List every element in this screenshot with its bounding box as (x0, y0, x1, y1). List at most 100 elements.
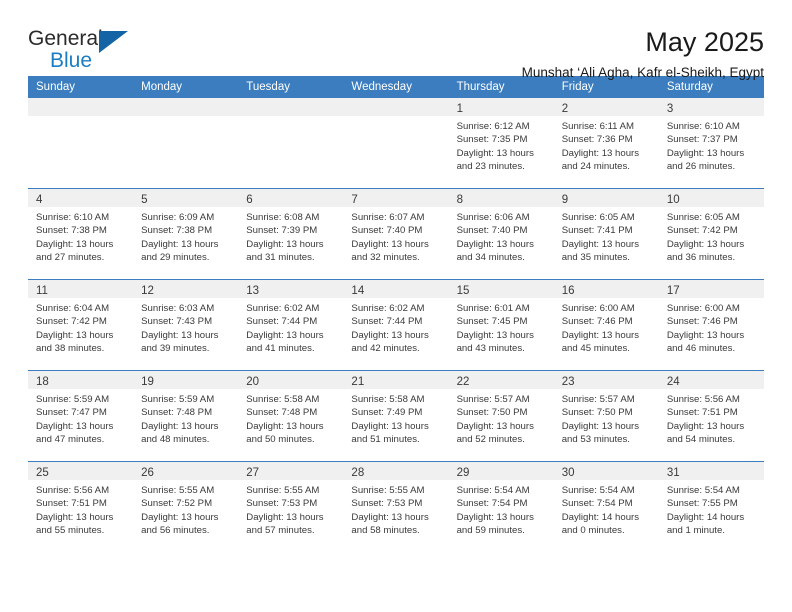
day-number: 26 (141, 467, 154, 479)
sunrise-text: Sunrise: 6:12 AM (456, 121, 530, 132)
calendar-day-cell[interactable]: 12 Sunrise: 6:03 AM Sunset: 7:43 PM Dayligh… (133, 279, 239, 371)
day-cell-inner: 25 Sunrise: 5:56 AM Sunset: 7:51 PM Dayligh… (28, 462, 134, 552)
daylight-text-line1: Daylight: 13 hours (36, 238, 114, 250)
daylight-text-line1: Daylight: 13 hours (351, 420, 429, 432)
calendar-day-cell[interactable]: 26 Sunrise: 5:55 AM Sunset: 7:52 PM Dayligh… (133, 461, 239, 552)
day-number-band: 20 (238, 371, 344, 389)
daylight-text-line2: and 27 minutes. (36, 251, 105, 263)
calendar-day-cell[interactable]: 29 Sunrise: 5:54 AM Sunset: 7:54 PM Dayligh… (448, 461, 554, 552)
logo-text-blue: Blue (50, 49, 93, 72)
daylight-text-line1: Daylight: 13 hours (351, 511, 429, 523)
calendar-day-cell[interactable]: 3 Sunrise: 6:10 AM Sunset: 7:37 PM Daylight… (658, 98, 764, 189)
day-number-band: 13 (238, 280, 344, 298)
sunset-text: Sunset: 7:38 PM (141, 225, 213, 237)
sunset-text: Sunset: 7:46 PM (561, 316, 633, 328)
day-cell-inner: 1 Sunrise: 6:12 AM Sunset: 7:35 PM Daylight… (448, 98, 554, 188)
daylight-text-line1: Daylight: 14 hours (666, 511, 745, 523)
calendar-day-cell[interactable]: 1 Sunrise: 6:12 AM Sunset: 7:35 PM Daylight… (448, 98, 554, 189)
calendar-day-cell[interactable]: 15 Sunrise: 6:01 AM Sunset: 7:45 PM Dayligh… (448, 279, 554, 371)
calendar-day-cell[interactable]: 11 Sunrise: 6:04 AM Sunset: 7:42 PM Dayligh… (28, 279, 134, 371)
calendar-day-cell[interactable]: 13 Sunrise: 6:02 AM Sunset: 7:44 PM Dayligh… (238, 279, 344, 371)
sunset-text: Sunset: 7:51 PM (36, 498, 107, 510)
calendar-day-cell-empty (343, 98, 449, 189)
day-number-band (238, 98, 344, 116)
day-cell-inner: 30 Sunrise: 5:54 AM Sunset: 7:54 PM Dayligh… (553, 462, 659, 552)
day-info: Sunrise: 5:59 AM Sunset: 7:48 PM Daylight:… (133, 389, 238, 446)
sunset-text: Sunset: 7:38 PM (36, 225, 107, 237)
sunset-text: Sunset: 7:48 PM (246, 407, 318, 419)
day-cell-inner: 11 Sunrise: 6:04 AM Sunset: 7:42 PM Dayligh… (28, 280, 134, 370)
day-number: 20 (246, 376, 260, 388)
location-subtitle: Munshat ‘Ali Agha, Kafr el-Sheikh, Egypt (521, 65, 764, 81)
calendar-day-cell[interactable]: 23 Sunrise: 5:57 AM Sunset: 7:50 PM Dayligh… (553, 370, 659, 462)
weekday-header-wednesday: Wednesday (343, 76, 449, 98)
calendar-day-cell[interactable]: 17 Sunrise: 6:00 AM Sunset: 7:46 PM Dayligh… (658, 279, 764, 371)
calendar-day-cell[interactable]: 31 Sunrise: 5:54 AM Sunset: 7:55 PM Dayligh… (658, 461, 764, 552)
day-info: Sunrise: 6:03 AM Sunset: 7:43 PM Daylight:… (133, 298, 238, 355)
calendar-day-cell[interactable]: 18 Sunrise: 5:59 AM Sunset: 7:47 PM Dayligh… (28, 370, 134, 462)
sunrise-text: Sunrise: 6:11 AM (561, 121, 635, 132)
calendar-day-cell[interactable]: 28 Sunrise: 5:55 AM Sunset: 7:53 PM Dayligh… (343, 461, 449, 552)
calendar-day-cell[interactable]: 9 Sunrise: 6:05 AM Sunset: 7:41 PM Daylight… (553, 188, 659, 280)
daylight-text-line2: and 51 minutes. (351, 433, 420, 445)
weekday-header-tuesday: Tuesday (238, 76, 344, 98)
day-cell-inner: 18 Sunrise: 5:59 AM Sunset: 7:47 PM Dayligh… (28, 371, 134, 461)
day-number-band: 3 (658, 98, 764, 116)
calendar-day-cell[interactable]: 24 Sunrise: 5:56 AM Sunset: 7:51 PM Dayligh… (658, 370, 764, 462)
sunrise-text: Sunrise: 5:54 AM (561, 485, 635, 496)
daylight-text-line1: Daylight: 13 hours (666, 238, 745, 250)
sunset-text: Sunset: 7:53 PM (246, 498, 318, 510)
day-number: 4 (36, 194, 43, 206)
day-cell-inner: 7 Sunrise: 6:07 AM Sunset: 7:40 PM Daylight… (343, 189, 449, 279)
day-number-band: 29 (448, 462, 554, 480)
calendar-day-cell[interactable]: 5 Sunrise: 6:09 AM Sunset: 7:38 PM Daylight… (133, 188, 239, 280)
calendar-day-cell[interactable]: 2 Sunrise: 6:11 AM Sunset: 7:36 PM Daylight… (553, 98, 659, 189)
calendar-day-cell[interactable]: 16 Sunrise: 6:00 AM Sunset: 7:46 PM Dayligh… (553, 279, 659, 371)
calendar-day-cell[interactable]: 25 Sunrise: 5:56 AM Sunset: 7:51 PM Dayligh… (28, 461, 134, 552)
daylight-text-line2: and 34 minutes. (456, 251, 525, 263)
day-number: 16 (561, 285, 575, 297)
calendar-day-cell[interactable]: 10 Sunrise: 6:05 AM Sunset: 7:42 PM Dayligh… (658, 188, 764, 280)
daylight-text-line2: and 23 minutes. (456, 160, 525, 172)
daylight-text-line1: Daylight: 13 hours (561, 147, 640, 159)
day-cell-inner: 26 Sunrise: 5:55 AM Sunset: 7:52 PM Dayligh… (133, 462, 239, 552)
daylight-text-line1: Daylight: 13 hours (36, 329, 114, 341)
calendar-day-cell[interactable]: 27 Sunrise: 5:55 AM Sunset: 7:53 PM Dayligh… (238, 461, 344, 552)
calendar-day-cell[interactable]: 21 Sunrise: 5:58 AM Sunset: 7:49 PM Dayligh… (343, 370, 449, 462)
day-cell-inner (343, 98, 449, 188)
calendar-day-cell[interactable]: 4 Sunrise: 6:10 AM Sunset: 7:38 PM Daylight… (28, 188, 134, 280)
day-info: Sunrise: 5:55 AM Sunset: 7:53 PM Daylight:… (238, 480, 343, 537)
calendar-day-cell[interactable]: 20 Sunrise: 5:58 AM Sunset: 7:48 PM Dayligh… (238, 370, 344, 462)
daylight-text-line2: and 32 minutes. (351, 251, 420, 263)
day-info: Sunrise: 5:56 AM Sunset: 7:51 PM Daylight:… (659, 389, 764, 446)
day-number: 29 (456, 467, 470, 479)
calendar-day-cell[interactable]: 30 Sunrise: 5:54 AM Sunset: 7:54 PM Dayligh… (553, 461, 659, 552)
sunrise-text: Sunrise: 5:55 AM (246, 485, 320, 496)
day-cell-inner: 19 Sunrise: 5:59 AM Sunset: 7:48 PM Dayligh… (133, 371, 239, 461)
sunset-text: Sunset: 7:55 PM (666, 498, 738, 510)
sunset-text: Sunset: 7:51 PM (666, 407, 738, 419)
calendar-week-row: 1 Sunrise: 6:12 AM Sunset: 7:35 PM Daylight… (28, 98, 764, 189)
day-number: 21 (351, 376, 365, 388)
daylight-text-line2: and 53 minutes. (561, 433, 630, 445)
daylight-text-line1: Daylight: 13 hours (141, 238, 219, 250)
calendar-day-cell[interactable]: 22 Sunrise: 5:57 AM Sunset: 7:50 PM Dayligh… (448, 370, 554, 462)
day-info: Sunrise: 6:00 AM Sunset: 7:46 PM Daylight:… (659, 298, 764, 355)
sunrise-text: Sunrise: 6:02 AM (351, 303, 425, 314)
calendar-day-cell[interactable]: 19 Sunrise: 5:59 AM Sunset: 7:48 PM Dayligh… (133, 370, 239, 462)
day-number: 9 (561, 194, 569, 206)
calendar-day-cell[interactable]: 8 Sunrise: 6:06 AM Sunset: 7:40 PM Daylight… (448, 188, 554, 280)
title-block: May 2025 Munshat ‘Ali Agha, Kafr el-Shei… (521, 28, 764, 81)
calendar-day-cell[interactable]: 6 Sunrise: 6:08 AM Sunset: 7:39 PM Daylight… (238, 188, 344, 280)
sunset-text: Sunset: 7:50 PM (561, 407, 633, 419)
calendar-day-cell[interactable]: 14 Sunrise: 6:02 AM Sunset: 7:44 PM Dayligh… (343, 279, 449, 371)
day-cell-inner (238, 98, 344, 188)
calendar-day-cell[interactable]: 7 Sunrise: 6:07 AM Sunset: 7:40 PM Daylight… (343, 188, 449, 280)
sunset-text: Sunset: 7:36 PM (561, 134, 633, 146)
sunset-text: Sunset: 7:54 PM (456, 498, 528, 510)
day-cell-inner: 8 Sunrise: 6:06 AM Sunset: 7:40 PM Daylight… (448, 189, 554, 279)
day-info: Sunrise: 5:57 AM Sunset: 7:50 PM Daylight:… (449, 389, 554, 446)
general-blue-logo[interactable]: General Blue (28, 28, 138, 76)
sunrise-text: Sunrise: 5:57 AM (456, 394, 530, 405)
sunrise-text: Sunrise: 6:09 AM (141, 212, 215, 223)
